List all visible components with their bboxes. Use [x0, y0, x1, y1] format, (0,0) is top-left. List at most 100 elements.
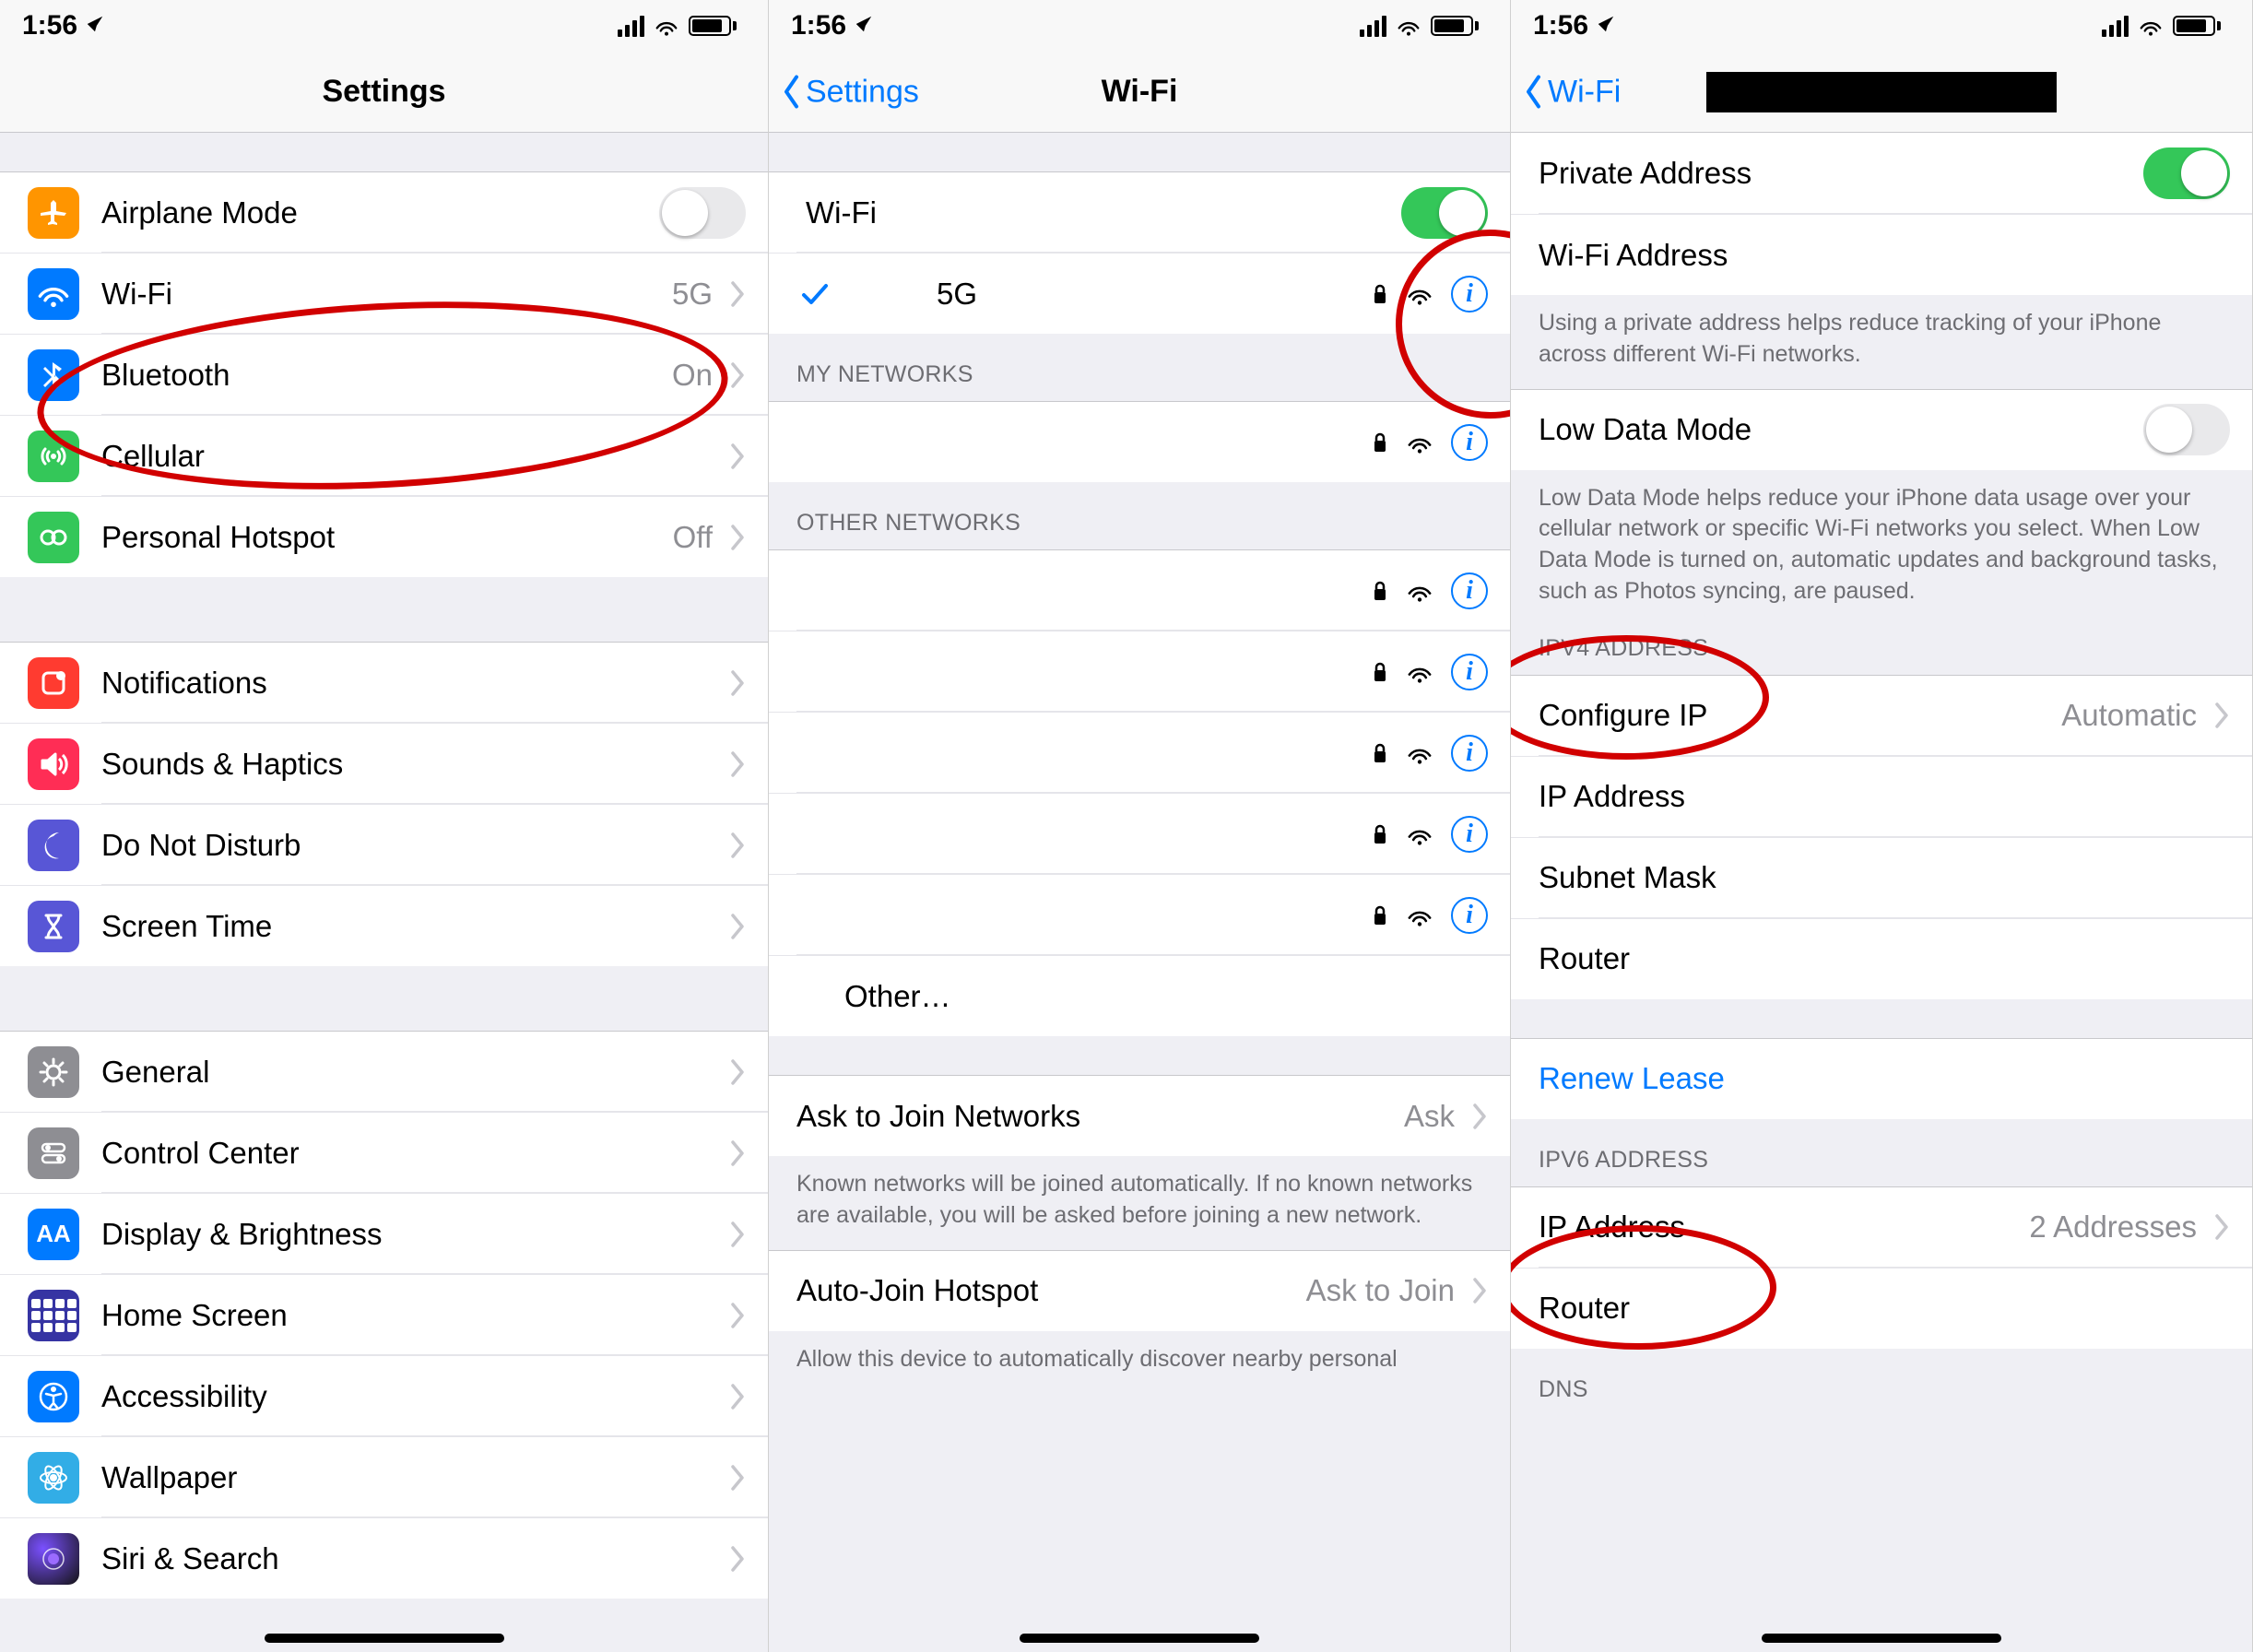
- row-network[interactable]: i: [769, 549, 1510, 631]
- row-renew-lease[interactable]: Renew Lease: [1511, 1038, 2252, 1119]
- row-label: Wi-Fi Address: [1539, 238, 2230, 273]
- row-label: Accessibility: [101, 1379, 722, 1414]
- row-accessibility[interactable]: Accessibility: [0, 1355, 768, 1436]
- chevron-right-icon: [731, 670, 746, 696]
- row-label: Personal Hotspot: [101, 520, 673, 555]
- info-icon[interactable]: i: [1451, 276, 1488, 313]
- lock-icon: [1372, 283, 1388, 305]
- row-screentime[interactable]: Screen Time: [0, 885, 768, 966]
- info-icon[interactable]: i: [1451, 654, 1488, 690]
- row-hotspot[interactable]: Personal Hotspot Off: [0, 496, 768, 577]
- network-detail-list[interactable]: Private Address Wi-Fi Address Using a pr…: [1511, 133, 2252, 1652]
- chevron-right-icon: [731, 1384, 746, 1410]
- wifi-signal-icon: [1405, 580, 1434, 602]
- wifi-switch[interactable]: [1401, 187, 1488, 239]
- back-button[interactable]: Wi-Fi: [1524, 74, 1621, 110]
- row-private-address[interactable]: Private Address: [1511, 133, 2252, 214]
- back-button[interactable]: Settings: [782, 74, 919, 110]
- row-ipv6-ip[interactable]: IP Address 2 Addresses: [1511, 1186, 2252, 1268]
- lock-icon: [1372, 823, 1388, 845]
- row-ipv6-router[interactable]: Router: [1511, 1268, 2252, 1349]
- row-bluetooth[interactable]: Bluetooth On: [0, 334, 768, 415]
- row-value: On: [672, 358, 713, 393]
- chevron-left-icon: [1524, 76, 1544, 109]
- info-icon[interactable]: i: [1451, 424, 1488, 461]
- row-network[interactable]: i: [769, 712, 1510, 793]
- row-subnet[interactable]: Subnet Mask: [1511, 837, 2252, 918]
- row-network[interactable]: i: [769, 874, 1510, 955]
- row-cellular[interactable]: Cellular: [0, 415, 768, 496]
- home-indicator[interactable]: [265, 1634, 504, 1643]
- bluetooth-icon: [28, 349, 79, 401]
- row-value: Automatic: [2061, 698, 2197, 733]
- chevron-right-icon: [731, 1303, 746, 1328]
- row-notifications[interactable]: Notifications: [0, 642, 768, 723]
- row-label: IP Address: [1539, 779, 2230, 814]
- row-sounds[interactable]: Sounds & Haptics: [0, 723, 768, 804]
- row-homescreen[interactable]: Home Screen: [0, 1274, 768, 1355]
- wifi-signal-icon: [1405, 904, 1434, 926]
- chevron-right-icon: [731, 1140, 746, 1166]
- settings-list[interactable]: Airplane Mode Wi-Fi 5G Bluetooth On Cell…: [0, 133, 768, 1652]
- text-size-icon: AA: [28, 1209, 79, 1260]
- row-label: Notifications: [101, 666, 722, 701]
- info-icon[interactable]: i: [1451, 735, 1488, 772]
- airplane-switch[interactable]: [659, 187, 746, 239]
- row-wifi[interactable]: Wi-Fi 5G: [0, 253, 768, 334]
- lock-icon: [1372, 580, 1388, 602]
- row-label: Auto-Join Hotspot: [796, 1273, 1306, 1308]
- row-connected-network[interactable]: 5G i: [769, 253, 1510, 334]
- wifi-list[interactable]: Wi-Fi 5G i MY NETWORKS i OTHER NETWORKS: [769, 133, 1510, 1652]
- row-other[interactable]: Other…: [769, 955, 1510, 1036]
- cell-signal-icon: [2102, 16, 2129, 37]
- row-label: Bluetooth: [101, 358, 672, 393]
- moon-icon: [28, 820, 79, 871]
- row-dnd[interactable]: Do Not Disturb: [0, 804, 768, 885]
- private-address-footer: Using a private address helps reduce tra…: [1511, 295, 2252, 389]
- status-bar: 1:56: [0, 0, 768, 52]
- home-indicator[interactable]: [1762, 1634, 2001, 1643]
- row-airplane[interactable]: Airplane Mode: [0, 171, 768, 253]
- row-siri[interactable]: Siri & Search: [0, 1517, 768, 1599]
- row-value: 2 Addresses: [2029, 1210, 2197, 1245]
- info-icon[interactable]: i: [1451, 816, 1488, 853]
- info-icon[interactable]: i: [1451, 897, 1488, 934]
- section-my-networks: MY NETWORKS: [769, 334, 1510, 401]
- row-wifi-address[interactable]: Wi-Fi Address: [1511, 214, 2252, 295]
- chevron-right-icon: [731, 751, 746, 777]
- auto-hotspot-footer: Allow this device to automatically disco…: [769, 1331, 1510, 1394]
- chevron-right-icon: [731, 1221, 746, 1247]
- row-router[interactable]: Router: [1511, 918, 2252, 999]
- clock: 1:56: [22, 10, 77, 41]
- section-other-networks: OTHER NETWORKS: [769, 482, 1510, 549]
- row-label: Home Screen: [101, 1298, 722, 1333]
- lock-icon: [1372, 431, 1388, 454]
- row-low-data[interactable]: Low Data Mode: [1511, 389, 2252, 470]
- row-control-center[interactable]: Control Center: [0, 1112, 768, 1193]
- network-name: 5G: [852, 277, 1372, 312]
- low-data-switch[interactable]: [2143, 404, 2230, 455]
- row-display[interactable]: AA Display & Brightness: [0, 1193, 768, 1274]
- info-icon[interactable]: i: [1451, 572, 1488, 609]
- checkmark-icon: [796, 282, 833, 306]
- row-ip-address[interactable]: IP Address: [1511, 756, 2252, 837]
- row-ask-join[interactable]: Ask to Join Networks Ask: [769, 1075, 1510, 1156]
- row-network[interactable]: i: [769, 401, 1510, 482]
- page-title: Wi-Fi: [1102, 74, 1178, 110]
- home-indicator[interactable]: [1020, 1634, 1259, 1643]
- row-network[interactable]: i: [769, 631, 1510, 712]
- row-auto-hotspot[interactable]: Auto-Join Hotspot Ask to Join: [769, 1250, 1510, 1331]
- chevron-right-icon: [731, 1546, 746, 1572]
- chevron-right-icon: [731, 1059, 746, 1085]
- row-general[interactable]: General: [0, 1031, 768, 1112]
- row-wifi-toggle[interactable]: Wi-Fi: [769, 171, 1510, 253]
- private-address-switch[interactable]: [2143, 148, 2230, 199]
- row-wallpaper[interactable]: Wallpaper: [0, 1436, 768, 1517]
- notifications-icon: [28, 657, 79, 709]
- nav-bar: Settings: [0, 52, 768, 133]
- row-network[interactable]: i: [769, 793, 1510, 874]
- row-label: Sounds & Haptics: [101, 747, 722, 782]
- row-configure-ip[interactable]: Configure IP Automatic: [1511, 675, 2252, 756]
- row-label: Renew Lease: [1539, 1061, 2230, 1096]
- nav-bar: Settings Wi-Fi: [769, 52, 1510, 133]
